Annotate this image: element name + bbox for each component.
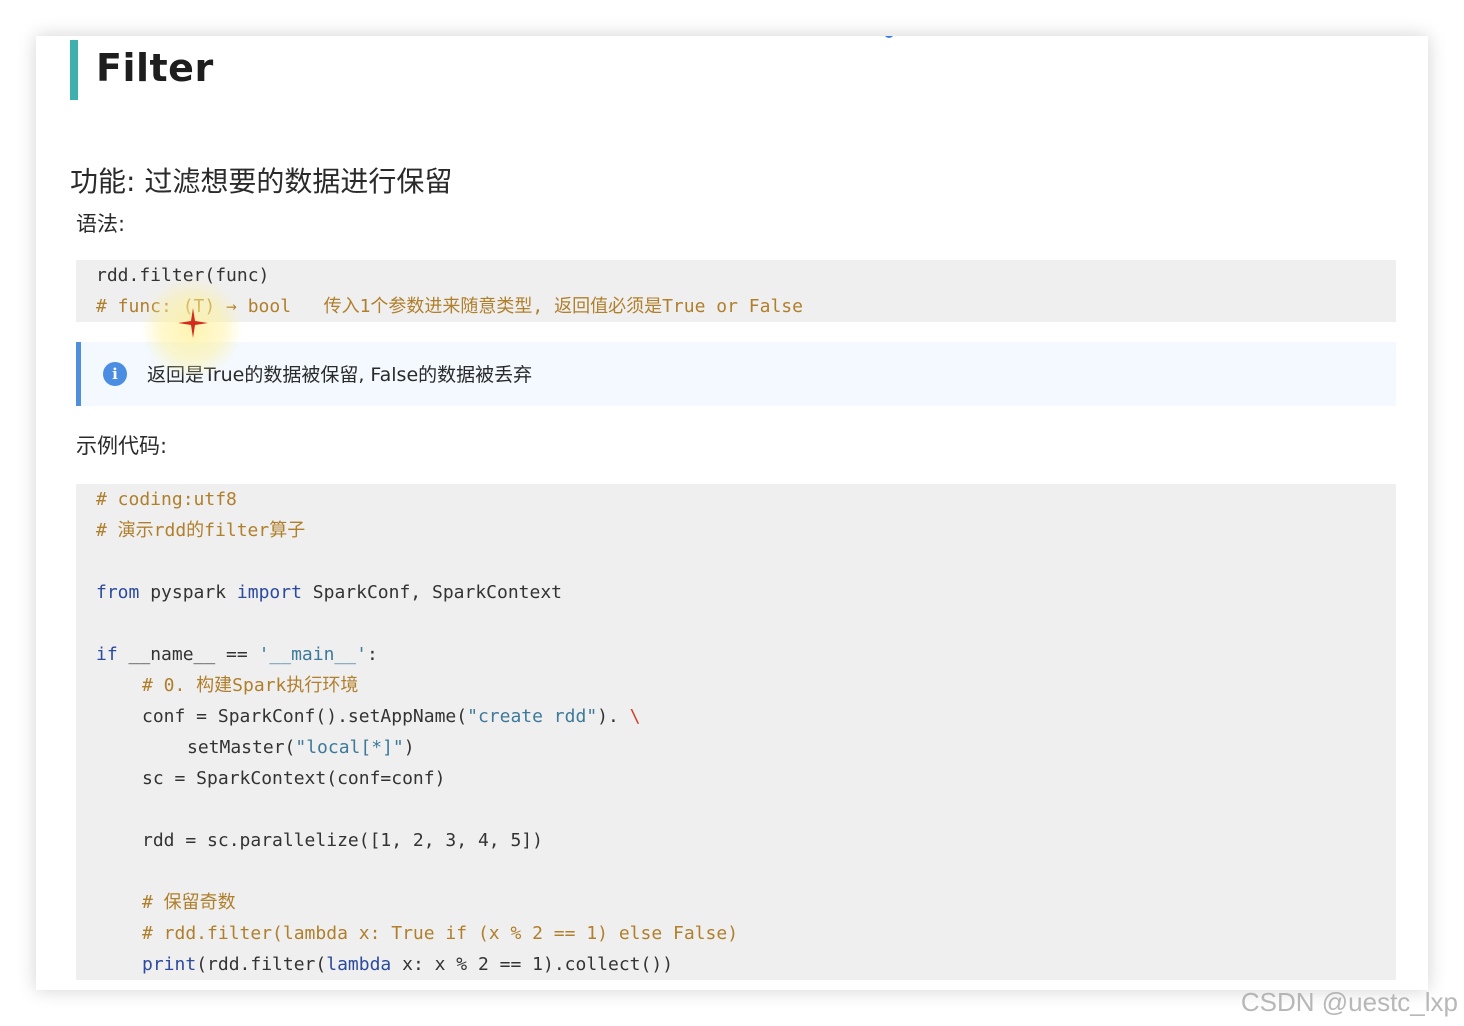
code-line-1: # coding:utf8	[96, 489, 237, 510]
page-title: Filter	[96, 46, 214, 90]
code-text: (rdd.filter(	[196, 954, 327, 975]
code-line-comment-filter: # rdd.filter(lambda x: True if (x % 2 ==…	[142, 923, 739, 944]
example-label: 示例代码:	[76, 434, 168, 458]
code-text: pyspark	[139, 582, 237, 603]
keyword-print: print	[142, 954, 197, 975]
code-line-sc: sc = SparkContext(conf=conf)	[142, 768, 446, 789]
example-code-block: # coding:utf8 # 演示rdd的filter算子 from pysp…	[76, 484, 1396, 980]
code-string: "create rdd"	[467, 706, 598, 727]
keyword-if: if	[96, 644, 118, 665]
keyword-lambda: lambda	[326, 954, 392, 975]
syntax-code-line: rdd.filter(func)	[96, 265, 270, 286]
info-icon: i	[103, 362, 127, 386]
code-text: setMaster(	[187, 737, 296, 758]
code-line-import: from pyspark import SparkConf, SparkCont…	[96, 581, 562, 605]
syntax-label: 语法:	[76, 212, 126, 236]
info-text: 返回是True的数据被保留, False的数据被丢弃	[147, 364, 533, 386]
function-description: 功能: 过滤想要的数据进行保留	[70, 165, 453, 198]
code-text: :	[366, 644, 378, 665]
code-text: SparkConf, SparkContext	[301, 582, 563, 603]
watermark: CSDN @uestc_lxp	[1240, 987, 1458, 1017]
line-continuation: \	[629, 706, 641, 727]
keyword-import: import	[236, 582, 302, 603]
code-string: "local[*]"	[295, 737, 404, 758]
crosshair-cursor-icon	[178, 308, 208, 338]
code-line-2: # 演示rdd的filter算子	[96, 520, 306, 541]
code-line-comment-env: # 0. 构建Spark执行环境	[142, 675, 359, 696]
code-line-setmaster: setMaster("local[*]")	[187, 736, 415, 760]
scroll-indicator-dot	[884, 36, 894, 38]
keyword-from: from	[96, 582, 140, 603]
code-text: conf = SparkConf().setAppName(	[142, 706, 468, 727]
code-string: '__main__'	[258, 644, 367, 665]
code-text: x: x % 2 == 1).collect())	[391, 954, 674, 975]
code-line-comment-odd: # 保留奇数	[142, 892, 236, 913]
code-text: )	[403, 737, 415, 758]
info-callout: i 返回是True的数据被保留, False的数据被丢弃	[76, 342, 1396, 406]
code-line-main-guard: if __name__ == '__main__':	[96, 643, 378, 667]
title-accent-bar	[70, 40, 78, 100]
syntax-code-block: rdd.filter(func) # func: (T) → bool 传入1个…	[76, 260, 1396, 322]
code-text: __name__ ==	[117, 644, 259, 665]
code-line-rdd: rdd = sc.parallelize([1, 2, 3, 4, 5])	[142, 830, 543, 851]
code-text: ).	[597, 706, 630, 727]
code-line-conf: conf = SparkConf().setAppName("create rd…	[142, 705, 641, 729]
code-line-print: print(rdd.filter(lambda x: x % 2 == 1).c…	[142, 953, 673, 977]
document-frame: Filter 功能: 过滤想要的数据进行保留 语法: rdd.filter(fu…	[36, 36, 1428, 990]
